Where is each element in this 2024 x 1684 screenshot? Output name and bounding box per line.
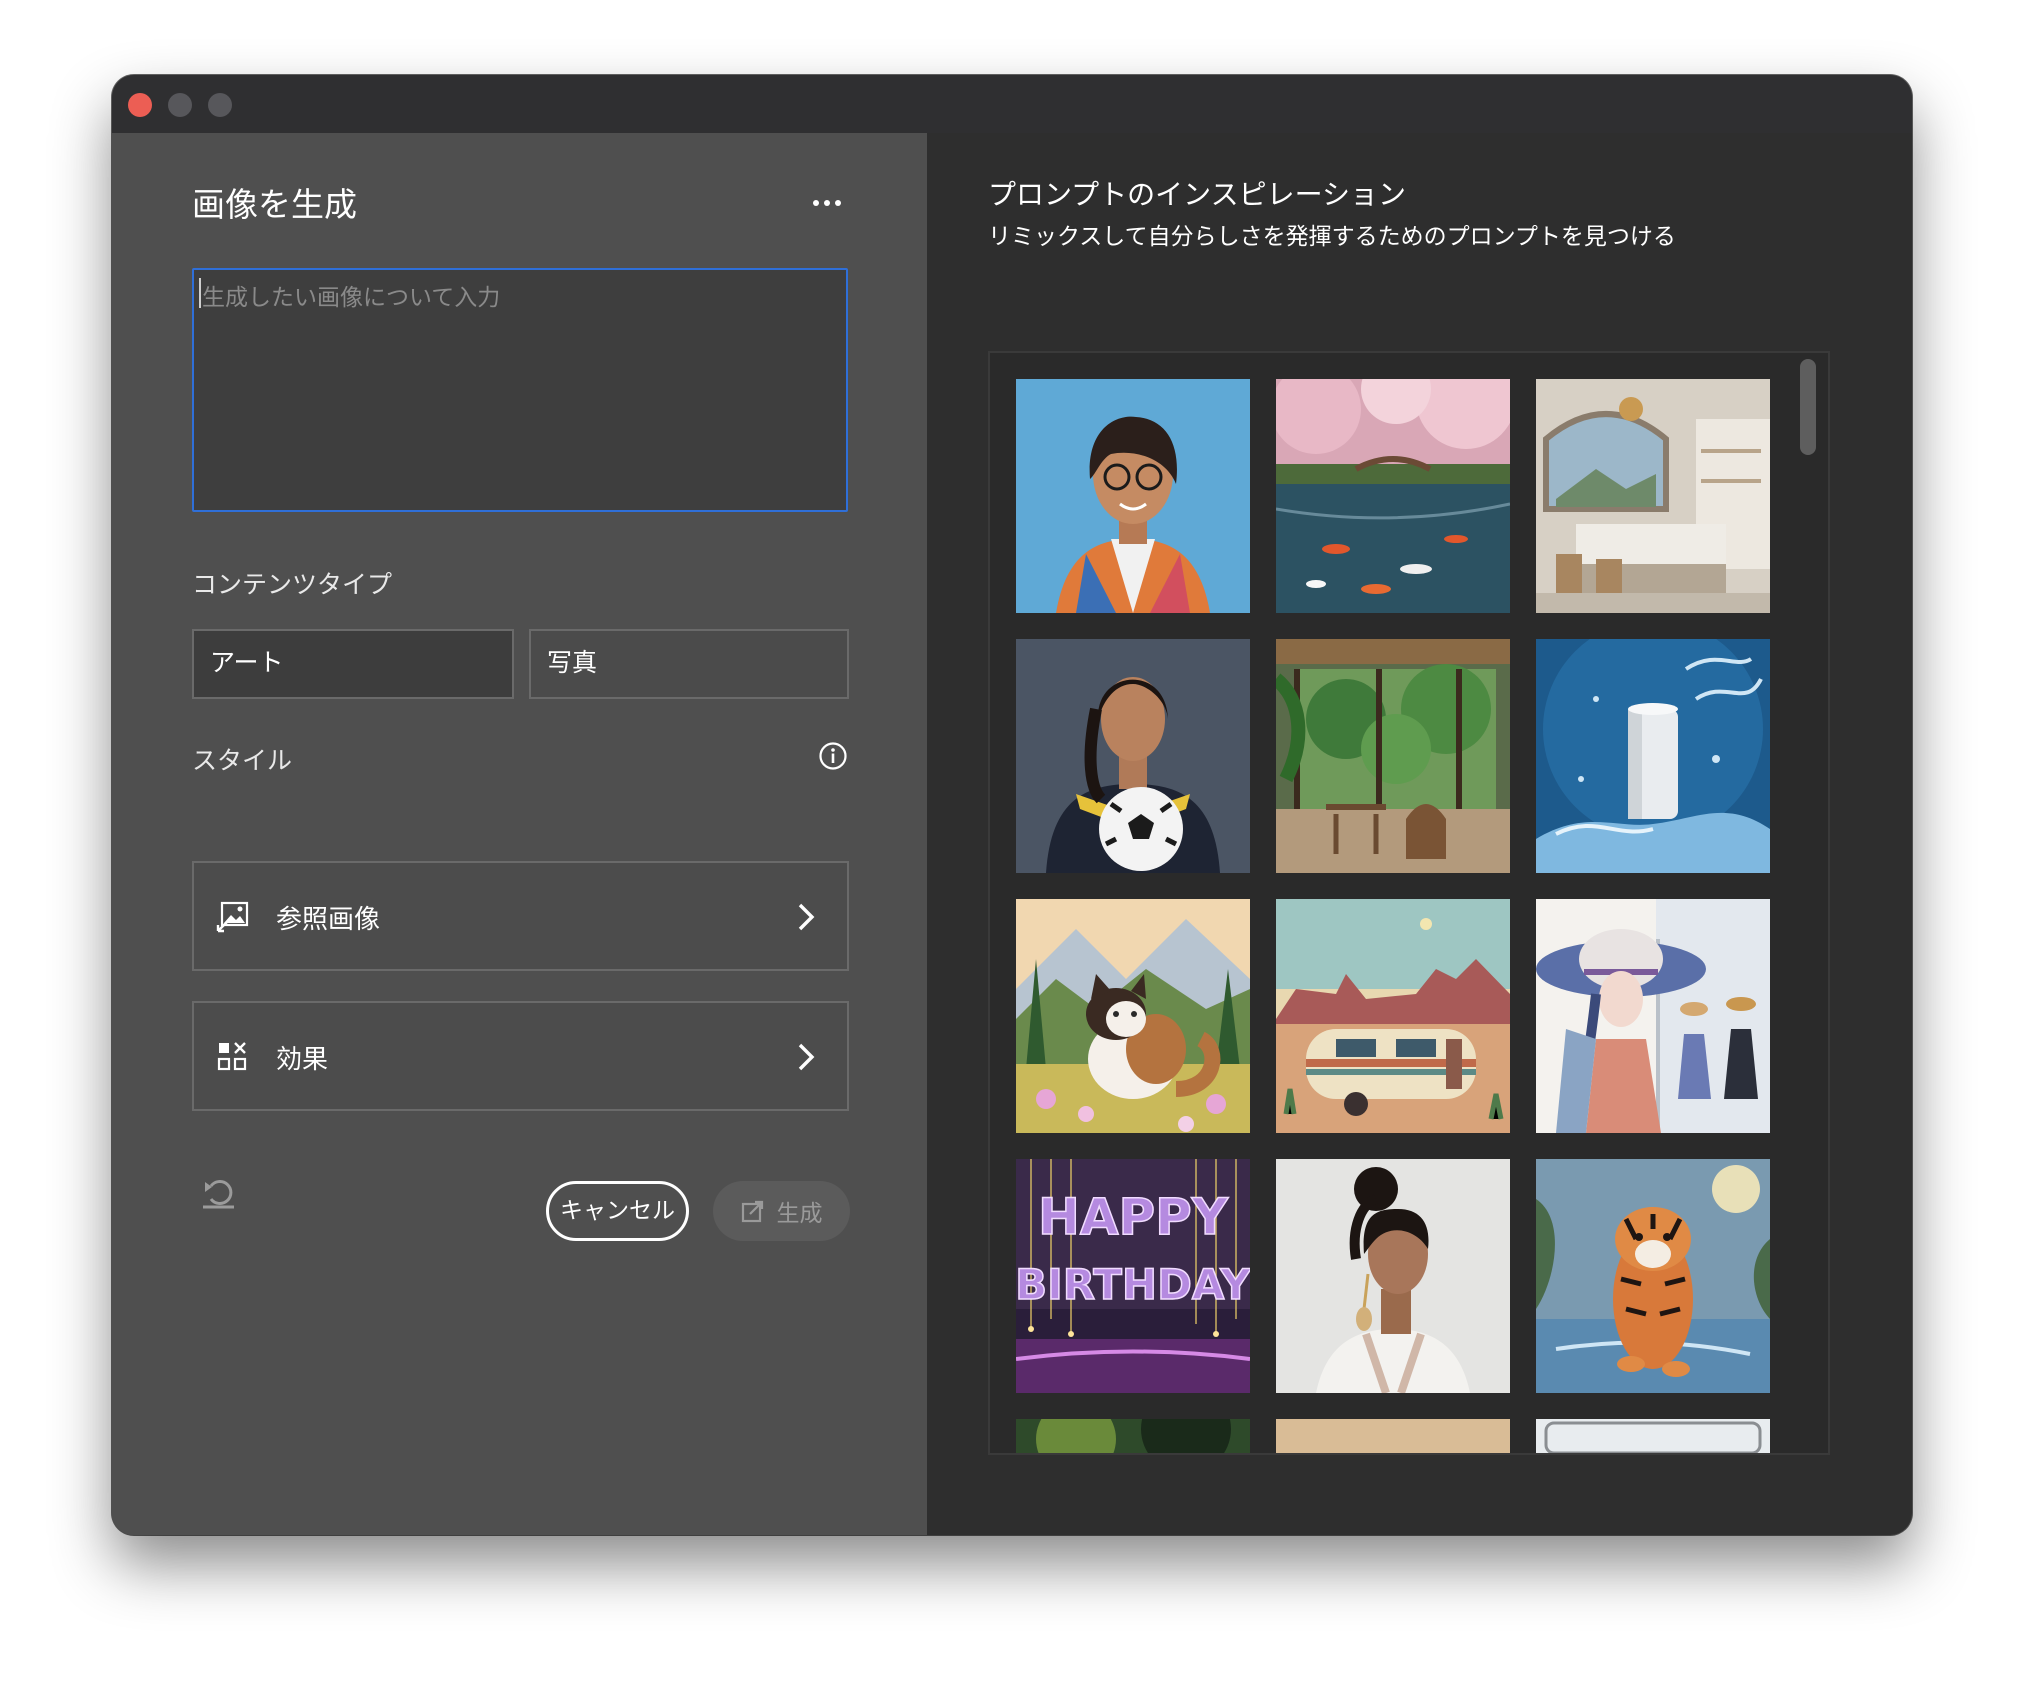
reference-image-row[interactable]: 参照画像 bbox=[192, 861, 849, 971]
content-type-art-button[interactable]: アート bbox=[192, 629, 514, 699]
generate-button[interactable]: 生成 bbox=[713, 1181, 850, 1241]
prompt-input[interactable]: 生成したい画像について入力 bbox=[192, 268, 848, 512]
minimize-window-button[interactable] bbox=[168, 93, 192, 117]
gallery-tile-watercolor-fashion-women[interactable] bbox=[1536, 899, 1770, 1133]
gallery-tile-modern-kitchen[interactable] bbox=[1536, 379, 1770, 613]
reset-icon[interactable] bbox=[200, 1173, 238, 1211]
inspiration-subtitle: リミックスして自分らしさを発揮するためのプロンプトを見つける bbox=[988, 224, 1676, 250]
generate-icon bbox=[741, 1200, 763, 1223]
title-bar bbox=[112, 75, 1912, 134]
gallery-tile-jungle-veranda[interactable] bbox=[1276, 639, 1510, 873]
gallery-tile-woman-portrait-bun[interactable] bbox=[1276, 1159, 1510, 1393]
more-options-icon[interactable] bbox=[802, 183, 852, 223]
gallery-tile-partial[interactable] bbox=[1536, 1419, 1770, 1453]
content-type-photo-button[interactable]: 写真 bbox=[529, 629, 849, 699]
gallery-scrollbar-thumb[interactable] bbox=[1800, 359, 1816, 455]
birthday-text: BIRTHDAY bbox=[1016, 1260, 1250, 1309]
gallery-tile-cherry-blossom-koi-river[interactable] bbox=[1276, 379, 1510, 613]
gallery-scrollbar[interactable] bbox=[1800, 357, 1818, 1451]
style-label: スタイル bbox=[192, 746, 293, 775]
effects-icon bbox=[217, 1042, 247, 1071]
gallery-tile-happy-birthday-balloons[interactable]: HAPPY BIRTHDAY bbox=[1016, 1159, 1250, 1393]
gallery-tile-retro-camper-desert[interactable] bbox=[1276, 899, 1510, 1133]
generate-label: 生成 bbox=[776, 1201, 823, 1227]
gallery-tile-tiger-in-water[interactable] bbox=[1536, 1159, 1770, 1393]
gallery-tile-portrait-glasses-woman[interactable] bbox=[1016, 379, 1250, 613]
chevron-right-icon bbox=[798, 903, 815, 931]
prompt-placeholder: 生成したい画像について入力 bbox=[202, 285, 501, 311]
happy-text: HAPPY bbox=[1038, 1188, 1229, 1246]
text-cursor bbox=[199, 278, 201, 308]
image-reference-icon bbox=[216, 901, 249, 933]
gallery-tile-can-water-splash[interactable] bbox=[1536, 639, 1770, 873]
inspiration-panel: プロンプトのインスピレーション リミックスして自分らしさを発揮するためのプロンプ… bbox=[927, 133, 1912, 1535]
generate-image-window: 画像を生成 生成したい画像について入力 コンテンツタイプ アート 写真 スタイル… bbox=[112, 75, 1912, 1535]
gallery-tile-partial[interactable] bbox=[1016, 1419, 1250, 1453]
gallery-tile-cat-in-meadow[interactable] bbox=[1016, 899, 1250, 1133]
cancel-button[interactable]: キャンセル bbox=[546, 1181, 689, 1241]
chevron-right-icon bbox=[798, 1043, 815, 1071]
gallery-tile-partial[interactable] bbox=[1276, 1419, 1510, 1453]
close-window-button[interactable] bbox=[128, 93, 152, 117]
content-type-label: コンテンツタイプ bbox=[192, 570, 393, 599]
generate-panel: 画像を生成 生成したい画像について入力 コンテンツタイプ アート 写真 スタイル… bbox=[112, 133, 927, 1535]
info-icon[interactable] bbox=[818, 741, 848, 771]
reference-image-label: 参照画像 bbox=[276, 905, 381, 935]
inspiration-gallery[interactable]: HAPPY BIRTHDAY bbox=[988, 351, 1830, 1455]
effects-row[interactable]: 効果 bbox=[192, 1001, 849, 1111]
inspiration-title: プロンプトのインスピレーション bbox=[988, 178, 1407, 211]
gallery-tile-woman-soccer-ball[interactable] bbox=[1016, 639, 1250, 873]
effects-label: 効果 bbox=[276, 1045, 329, 1075]
zoom-window-button[interactable] bbox=[208, 93, 232, 117]
panel-title: 画像を生成 bbox=[192, 185, 357, 224]
